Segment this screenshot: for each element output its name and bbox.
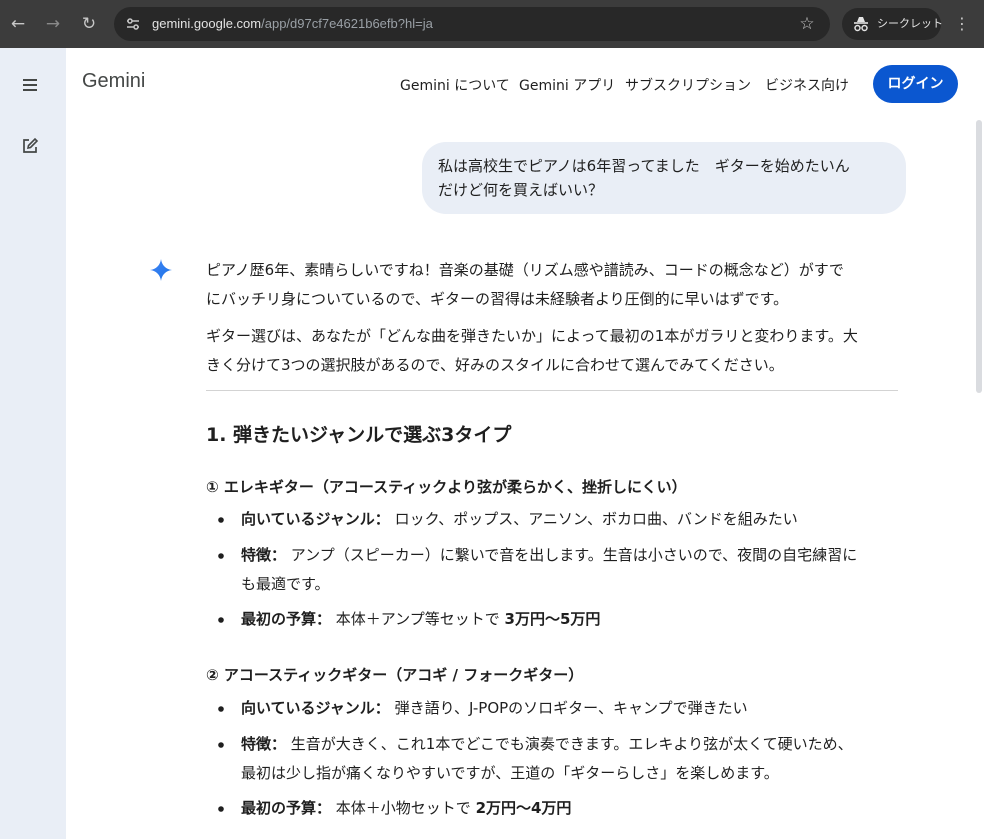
back-icon[interactable]: ← (6, 12, 30, 36)
nav-link-business[interactable]: ビジネス向け (765, 75, 849, 95)
user-message: 私は高校生でピアノは6年習ってました ギターを始めたいん だけど何を買えばいい？ (422, 142, 906, 214)
item-text: アンプ（スピーカー）に繋いで音を出します。生音は小さいので、夜間の自宅練習に (286, 546, 858, 564)
bullet (218, 742, 224, 748)
response-paragraph: ピアノ歴6年、素晴らしいですね！音楽の基礎（リズム感や譜読み、コードの概念など）… (206, 256, 898, 314)
site-info-icon[interactable] (124, 15, 142, 33)
response-heading: 1. 弾きたいジャンルで選ぶ3タイプ (206, 424, 512, 446)
list-item: 特徴： アンプ（スピーカー）に繋いで音を出します。生音は小さいので、夜間の自宅練… (241, 541, 901, 599)
paragraph-line: ギター選びは、あなたが「どんな曲を弾きたいか」によって最初の1本がガラリと変わり… (206, 327, 858, 345)
gemini-sparkle-icon (150, 259, 172, 281)
paragraph-line: ピアノ歴6年、素晴らしいですね！音楽の基礎（リズム感や譜読み、コードの概念など）… (206, 261, 844, 279)
gemini-logo[interactable]: Gemini (82, 70, 145, 93)
bookmark-star-icon[interactable]: ☆ (796, 13, 818, 35)
divider (206, 390, 898, 391)
sidebar-rail (0, 48, 66, 839)
bullet (218, 706, 224, 712)
item-label: 最初の予算： (241, 610, 332, 628)
nav-link-apps[interactable]: Gemini アプリ (519, 75, 615, 95)
item-text: 生音が大きく、これ1本でどこでも演奏できます。エレキより弦が太くて硬いため、 (286, 735, 853, 753)
scrollbar[interactable] (976, 120, 982, 393)
item-text: 弾き語り、J-POPのソロギター、キャンプで弾きたい (389, 699, 748, 717)
paragraph-line: にバッチリ身についているので、ギターの習得は未経験者より圧倒的に早いはずです。 (206, 290, 789, 308)
app-header: Gemini Gemini について Gemini アプリ サブスクリプション … (66, 48, 984, 120)
item-price: 2万円〜4万円 (475, 799, 572, 817)
incognito-icon (854, 17, 868, 32)
incognito-label: シークレット (877, 18, 943, 30)
list-item: 特徴： 生音が大きく、これ1本でどこでも演奏できます。エレキより弦が太くて硬いた… (241, 730, 901, 788)
nav-link-about[interactable]: Gemini について (400, 75, 510, 95)
login-button[interactable]: ログイン (873, 65, 958, 103)
item-text: 最初は少し指が痛くなりやすいですが、王道の「ギターらしさ」を楽しめます。 (241, 764, 779, 782)
bullet (218, 553, 224, 559)
item-text: 本体＋アンプ等セットで (331, 610, 505, 628)
menu-icon[interactable] (20, 76, 40, 92)
item-label: 特徴： (241, 546, 287, 564)
item-label: 最初の予算： (241, 799, 332, 817)
user-message-line: 私は高校生でピアノは6年習ってました ギターを始めたいん (438, 157, 850, 175)
item-text: も最適です。 (241, 575, 330, 593)
reload-icon[interactable]: ↻ (77, 12, 101, 36)
list-item: 向いているジャンル： 弾き語り、J-POPのソロギター、キャンプで弾きたい (241, 694, 901, 723)
forward-icon[interactable]: → (41, 12, 65, 36)
item-label: 特徴： (241, 735, 287, 753)
bullet (218, 617, 224, 623)
url-path: /app/d97cf7e4621b6efb?hl=ja (261, 16, 433, 31)
paragraph-line: きく分けて3つの選択肢があるので、好みのスタイルに合わせて選んでみてください。 (206, 356, 784, 374)
more-menu-icon[interactable]: ⋮ (952, 12, 972, 36)
item-text: 本体＋小物セットで (331, 799, 476, 817)
response-paragraph: ギター選びは、あなたが「どんな曲を弾きたいか」によって最初の1本がガラリと変わり… (206, 322, 898, 380)
bullet (218, 806, 224, 812)
item-label: 向いているジャンル： (241, 510, 390, 528)
bullet (218, 517, 224, 523)
address-bar[interactable]: gemini.google.com/app/d97cf7e4621b6efb?h… (114, 7, 830, 41)
list-item: 最初の予算： 本体＋アンプ等セットで 3万円〜5万円 (241, 605, 901, 634)
url-host: gemini.google.com (152, 16, 262, 31)
item-label: 向いているジャンル： (241, 699, 390, 717)
incognito-indicator[interactable]: シークレット (842, 8, 943, 40)
browser-toolbar: ← → ↻ gemini.google.com/app/d97cf7e4621b… (0, 0, 984, 48)
section-title: ① エレキギター（アコースティックより弦が柔らかく、挫折しにくい） (206, 478, 687, 496)
nav-link-subscription[interactable]: サブスクリプション (625, 75, 751, 95)
item-text: ロック、ポップス、アニソン、ボカロ曲、バンドを組みたい (389, 510, 798, 528)
list-item: 向いているジャンル： ロック、ポップス、アニソン、ボカロ曲、バンドを組みたい (241, 505, 901, 534)
section-title: ② アコースティックギター（アコギ / フォークギター） (206, 666, 584, 684)
user-message-line: だけど何を買えばいい？ (438, 181, 604, 199)
new-chat-icon[interactable] (20, 136, 40, 156)
url-text[interactable]: gemini.google.com/app/d97cf7e4621b6efb?h… (152, 7, 433, 41)
list-item: 最初の予算： 本体＋小物セットで 2万円〜4万円 (241, 794, 901, 823)
item-price: 3万円〜5万円 (504, 610, 601, 628)
